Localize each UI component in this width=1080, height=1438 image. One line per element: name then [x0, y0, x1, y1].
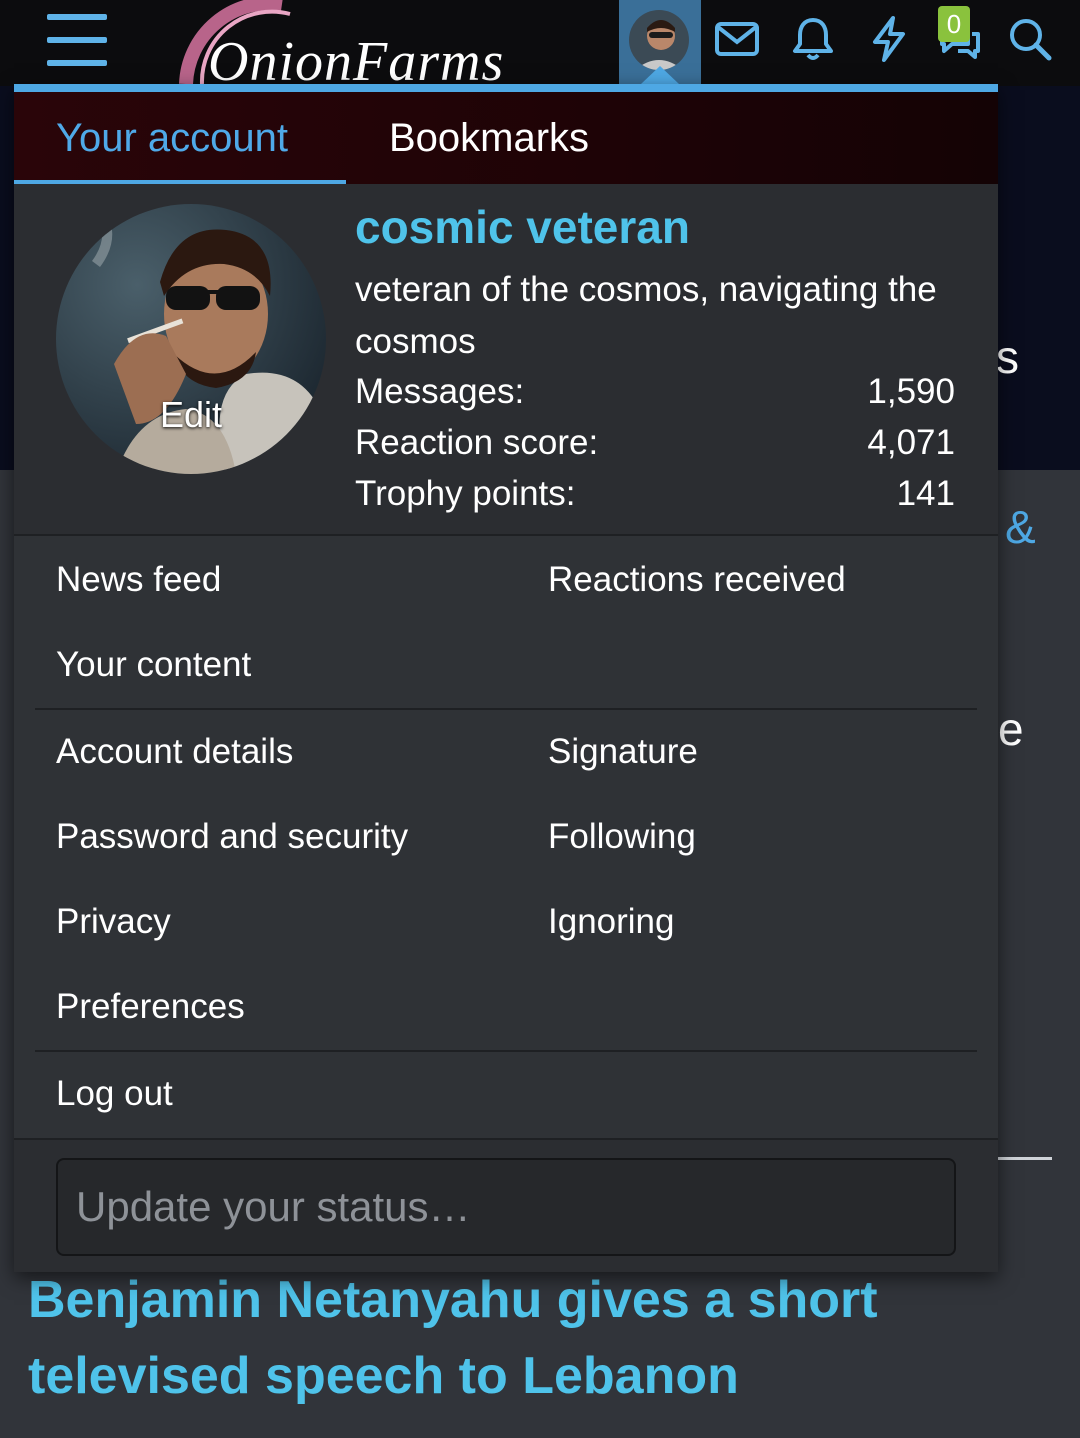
bell-icon[interactable] — [788, 14, 838, 64]
stat-label: Trophy points: — [355, 474, 576, 513]
avatar — [629, 10, 689, 70]
link-account-details[interactable]: Account details — [56, 727, 293, 777]
user-title: veteran of the cosmos, navigating the co… — [355, 270, 937, 361]
account-dropdown-menu: Your account Bookmarks Edit cosmic veter… — [14, 84, 998, 1272]
profile-summary: Edit cosmic veteran veteran of the cosmo… — [14, 184, 998, 536]
lightning-icon[interactable] — [864, 14, 914, 64]
stat-value: 141 — [896, 474, 955, 513]
stat-label: Reaction score: — [355, 423, 599, 462]
menu-divider — [35, 1050, 977, 1052]
background-text-fragment: e — [998, 703, 1024, 755]
link-log-out[interactable]: Log out — [56, 1069, 173, 1119]
stat-value: 1,590 — [867, 372, 955, 411]
link-preferences[interactable]: Preferences — [56, 982, 245, 1032]
avatar[interactable]: Edit — [56, 204, 326, 474]
conversations-badge: 0 — [938, 6, 970, 42]
menu-accent-line — [14, 84, 998, 92]
logo-text: OnionFarms — [208, 31, 505, 84]
link-following[interactable]: Following — [548, 812, 696, 862]
account-avatar-button[interactable] — [619, 0, 701, 84]
background-text-fragment: s — [996, 331, 1019, 383]
status-input[interactable] — [56, 1158, 956, 1256]
link-privacy[interactable]: Privacy — [56, 897, 171, 947]
link-news-feed[interactable]: News feed — [56, 555, 221, 605]
link-your-content[interactable]: Your content — [56, 640, 251, 690]
hamburger-menu-icon[interactable] — [47, 14, 107, 66]
inbox-envelope-icon[interactable] — [712, 14, 762, 64]
edit-avatar-label[interactable]: Edit — [56, 394, 326, 436]
dropdown-caret — [641, 66, 679, 84]
menu-tabs: Your account Bookmarks — [14, 92, 998, 187]
stat-value: 4,071 — [867, 423, 955, 462]
link-ignoring[interactable]: Ignoring — [548, 897, 674, 947]
article-headline[interactable]: Benjamin Netanyahu gives a short televis… — [28, 1262, 1028, 1414]
site-logo[interactable]: OnionFarms — [178, 0, 558, 84]
username-link[interactable]: cosmic veteran — [355, 200, 690, 254]
link-signature[interactable]: Signature — [548, 727, 698, 777]
stat-trophy-points: Trophy points: 141 — [355, 468, 955, 520]
link-password-security[interactable]: Password and security — [56, 812, 408, 862]
background-text-fragment: & — [1005, 501, 1036, 553]
link-reactions-received[interactable]: Reactions received — [548, 555, 846, 605]
background-divider — [998, 1157, 1052, 1160]
top-navigation-bar: OnionFarms 0 — [0, 0, 1080, 86]
stat-messages: Messages: 1,590 — [355, 366, 955, 418]
menu-divider — [35, 708, 977, 710]
tab-bookmarks[interactable]: Bookmarks — [389, 92, 589, 184]
tab-your-account[interactable]: Your account — [56, 92, 288, 184]
status-update-area — [14, 1138, 998, 1272]
search-icon[interactable] — [1005, 14, 1055, 64]
stat-reaction-score: Reaction score: 4,071 — [355, 417, 955, 469]
stat-label: Messages: — [355, 372, 525, 411]
